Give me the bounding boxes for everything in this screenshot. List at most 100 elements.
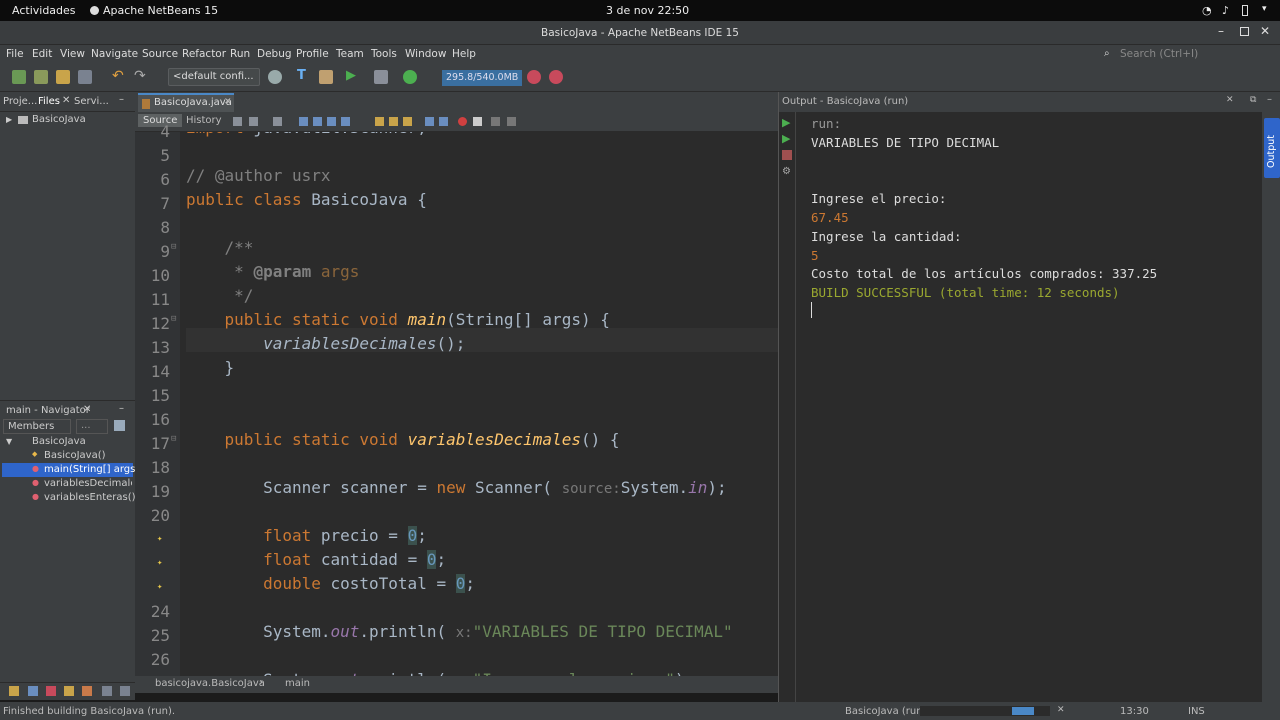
gc-profile-icon[interactable] [549, 70, 563, 84]
find-next-icon[interactable] [327, 117, 336, 126]
navigator-item[interactable]: BasicoJava() [44, 450, 106, 461]
comment-icon[interactable] [491, 117, 500, 126]
battery-icon[interactable] [1242, 5, 1248, 16]
maximize-icon[interactable] [1240, 27, 1249, 36]
menu-tools[interactable]: Tools [371, 48, 397, 60]
cancel-task-icon[interactable]: ✕ [1057, 705, 1065, 715]
uncomment-icon[interactable] [507, 117, 516, 126]
minimize-output-icon[interactable]: – [1267, 94, 1272, 105]
tab-basicojava[interactable]: BasicoJava.java ✕ [138, 93, 234, 112]
minimize-icon[interactable]: – [1218, 24, 1224, 38]
forward-icon[interactable] [273, 117, 282, 126]
caret-position[interactable]: 13:30 [1120, 706, 1149, 717]
tree-item-root[interactable]: BasicoJava [32, 114, 86, 125]
stop-icon[interactable] [782, 150, 792, 160]
members-filter-select[interactable]: Members [3, 419, 71, 434]
last-edit-icon[interactable] [233, 117, 242, 126]
menu-team[interactable]: Team [336, 48, 364, 60]
close-icon[interactable]: ✕ [1260, 24, 1270, 38]
close-tab-icon[interactable]: ✕ [62, 95, 70, 106]
menu-window[interactable]: Window [405, 48, 446, 60]
sort-select[interactable]: ... [76, 419, 108, 434]
power-menu-icon[interactable]: ▾ [1262, 4, 1267, 14]
expand-arrow-icon[interactable]: ▶ [6, 115, 12, 124]
clock[interactable]: 3 de nov 22:50 [606, 4, 689, 17]
output-side-tab[interactable]: Output [1264, 118, 1280, 178]
quick-search-input[interactable]: Search (Ctrl+I) [1120, 48, 1198, 60]
toggle-highlight-icon[interactable] [341, 117, 350, 126]
close-output-icon[interactable]: ✕ [1226, 95, 1234, 105]
menu-view[interactable]: View [60, 48, 85, 60]
menu-profile[interactable]: Profile [296, 48, 329, 60]
active-app-name[interactable]: Apache NetBeans 15 [103, 4, 218, 17]
output-title[interactable]: Output - BasicoJava (run) [782, 96, 908, 107]
navigator-item[interactable]: BasicoJava [32, 436, 86, 447]
tab-services[interactable]: Servi... [74, 96, 109, 107]
breadcrumb-class[interactable]: basicojava.BasicoJava [155, 678, 265, 689]
menu-edit[interactable]: Edit [32, 48, 52, 60]
next-bookmark-icon[interactable] [389, 117, 398, 126]
minimize-navigator-icon[interactable]: – [119, 403, 124, 414]
redo-icon[interactable]: ↷ [134, 68, 148, 84]
code-area[interactable]: import java.util.Scanner; // @author usr… [186, 132, 778, 685]
volume-icon[interactable]: ♪ [1222, 4, 1229, 17]
filter-options-icon[interactable] [114, 420, 125, 431]
navigator-item[interactable]: variablesDecimales() [44, 478, 132, 489]
nav-filter-icon[interactable] [82, 686, 92, 696]
menu-debug[interactable]: Debug [257, 48, 292, 60]
build-hammer-icon[interactable]: T [297, 68, 311, 83]
run-icon[interactable]: ▶ [346, 68, 360, 83]
undo-icon[interactable]: ↶ [112, 68, 126, 84]
nav-filter-icon[interactable] [28, 686, 38, 696]
stop-macro-icon[interactable] [473, 117, 482, 126]
rerun-customize-icon[interactable]: ▶ [782, 132, 790, 145]
debug-icon[interactable] [374, 70, 388, 84]
save-all-icon[interactable] [78, 70, 92, 84]
menu-help[interactable]: Help [452, 48, 476, 60]
profile-icon[interactable] [403, 70, 417, 84]
settings-icon[interactable]: ⚙ [782, 166, 791, 177]
restore-output-icon[interactable]: ⧉ [1250, 95, 1256, 105]
gc-icon[interactable] [527, 70, 541, 84]
find-prev-icon[interactable] [313, 117, 322, 126]
running-task[interactable]: BasicoJava (run) [845, 706, 926, 717]
new-project-icon[interactable] [34, 70, 48, 84]
nav-filter-icon[interactable] [46, 686, 56, 696]
prev-bookmark-icon[interactable] [375, 117, 384, 126]
fold-icon[interactable]: ⊟ [171, 242, 176, 252]
tab-history[interactable]: History [181, 115, 227, 126]
shift-left-icon[interactable] [425, 117, 434, 126]
fold-icon[interactable]: ⊟ [171, 314, 176, 324]
menu-file[interactable]: File [6, 48, 24, 60]
open-project-icon[interactable] [56, 70, 70, 84]
clean-build-icon[interactable] [319, 70, 333, 84]
configuration-select[interactable]: <default confi... [168, 68, 260, 86]
shift-right-icon[interactable] [439, 117, 448, 126]
close-navigator-icon[interactable]: ✕ [83, 404, 91, 415]
nav-filter-icon[interactable] [102, 686, 112, 696]
back-icon[interactable] [249, 117, 258, 126]
nav-filter-icon[interactable] [120, 686, 130, 696]
hint-bulb-icon[interactable]: ✦ [157, 558, 162, 568]
navigator-item[interactable]: main(String[] args) [44, 464, 139, 475]
activities-button[interactable]: Actividades [12, 4, 76, 17]
new-file-icon[interactable] [12, 70, 26, 84]
nav-filter-icon[interactable] [64, 686, 74, 696]
menu-refactor[interactable]: Refactor [182, 48, 226, 60]
nav-filter-icon[interactable] [9, 686, 19, 696]
rerun-icon[interactable]: ▶ [782, 116, 790, 129]
hint-bulb-icon[interactable]: ✦ [157, 582, 162, 592]
insert-mode[interactable]: INS [1188, 706, 1205, 717]
memory-indicator[interactable]: 295.8/540.0MB [442, 70, 522, 86]
network-icon[interactable]: ◔ [1202, 4, 1212, 17]
menu-navigate[interactable]: Navigate [91, 48, 138, 60]
navigator-item[interactable]: variablesEnteras() [44, 492, 136, 503]
minimize-panel-icon[interactable]: – [119, 94, 124, 105]
config-gear-icon[interactable] [268, 70, 282, 84]
breadcrumb-method[interactable]: main [285, 678, 310, 689]
tab-files[interactable]: Files [38, 96, 60, 107]
tab-projects[interactable]: Proje... [3, 96, 37, 107]
fold-icon[interactable]: ⊟ [171, 434, 176, 444]
find-icon[interactable] [299, 117, 308, 126]
collapse-arrow-icon[interactable]: ▼ [6, 437, 12, 446]
